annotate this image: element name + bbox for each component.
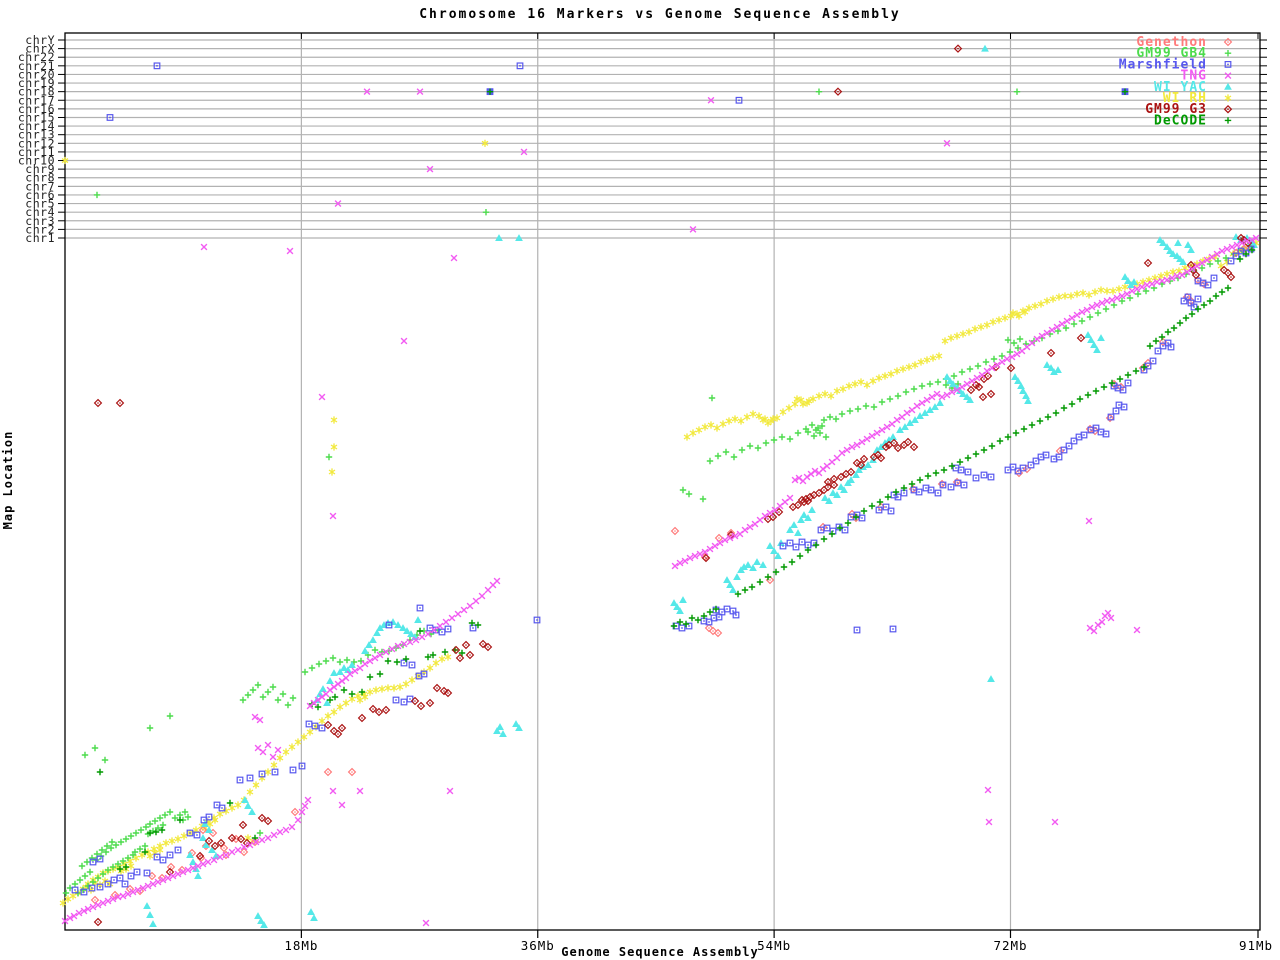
legend-symbol-wi-yac <box>1225 84 1231 90</box>
series-gm99-g3 <box>95 235 1252 926</box>
row-label-chr1: chr1 <box>25 231 55 245</box>
x-tick-label: 54Mb <box>757 938 791 953</box>
scatter-plot: Chromosome 16 Markers vs Genome Sequence… <box>0 0 1280 960</box>
legend-symbol-tng <box>1225 73 1231 79</box>
plot-border <box>65 33 1260 930</box>
x-tick-label: 36Mb <box>521 938 555 953</box>
x-tick-label: 18Mb <box>284 938 318 953</box>
x-axis-label: Genome Sequence Assembly <box>561 945 758 959</box>
series-wi-yac <box>144 234 1257 928</box>
series-marshfield <box>72 246 1254 895</box>
chart-title: Chromosome 16 Markers vs Genome Sequence… <box>419 7 901 22</box>
x-tick-label: 91Mb <box>1239 938 1273 953</box>
y-axis-label: Map Location <box>1 431 15 530</box>
gridlines <box>65 33 1260 930</box>
legend-symbol-gm99-gb4 <box>1225 50 1231 56</box>
x-tick-label: 72Mb <box>993 938 1027 953</box>
legend-symbol-decode <box>1225 117 1231 123</box>
chart-window: { "chart_data": { "type": "scatter", "ti… <box>0 0 1280 960</box>
legend-label-decode: DeCODE <box>1154 113 1207 128</box>
series-genethon <box>92 243 1255 904</box>
